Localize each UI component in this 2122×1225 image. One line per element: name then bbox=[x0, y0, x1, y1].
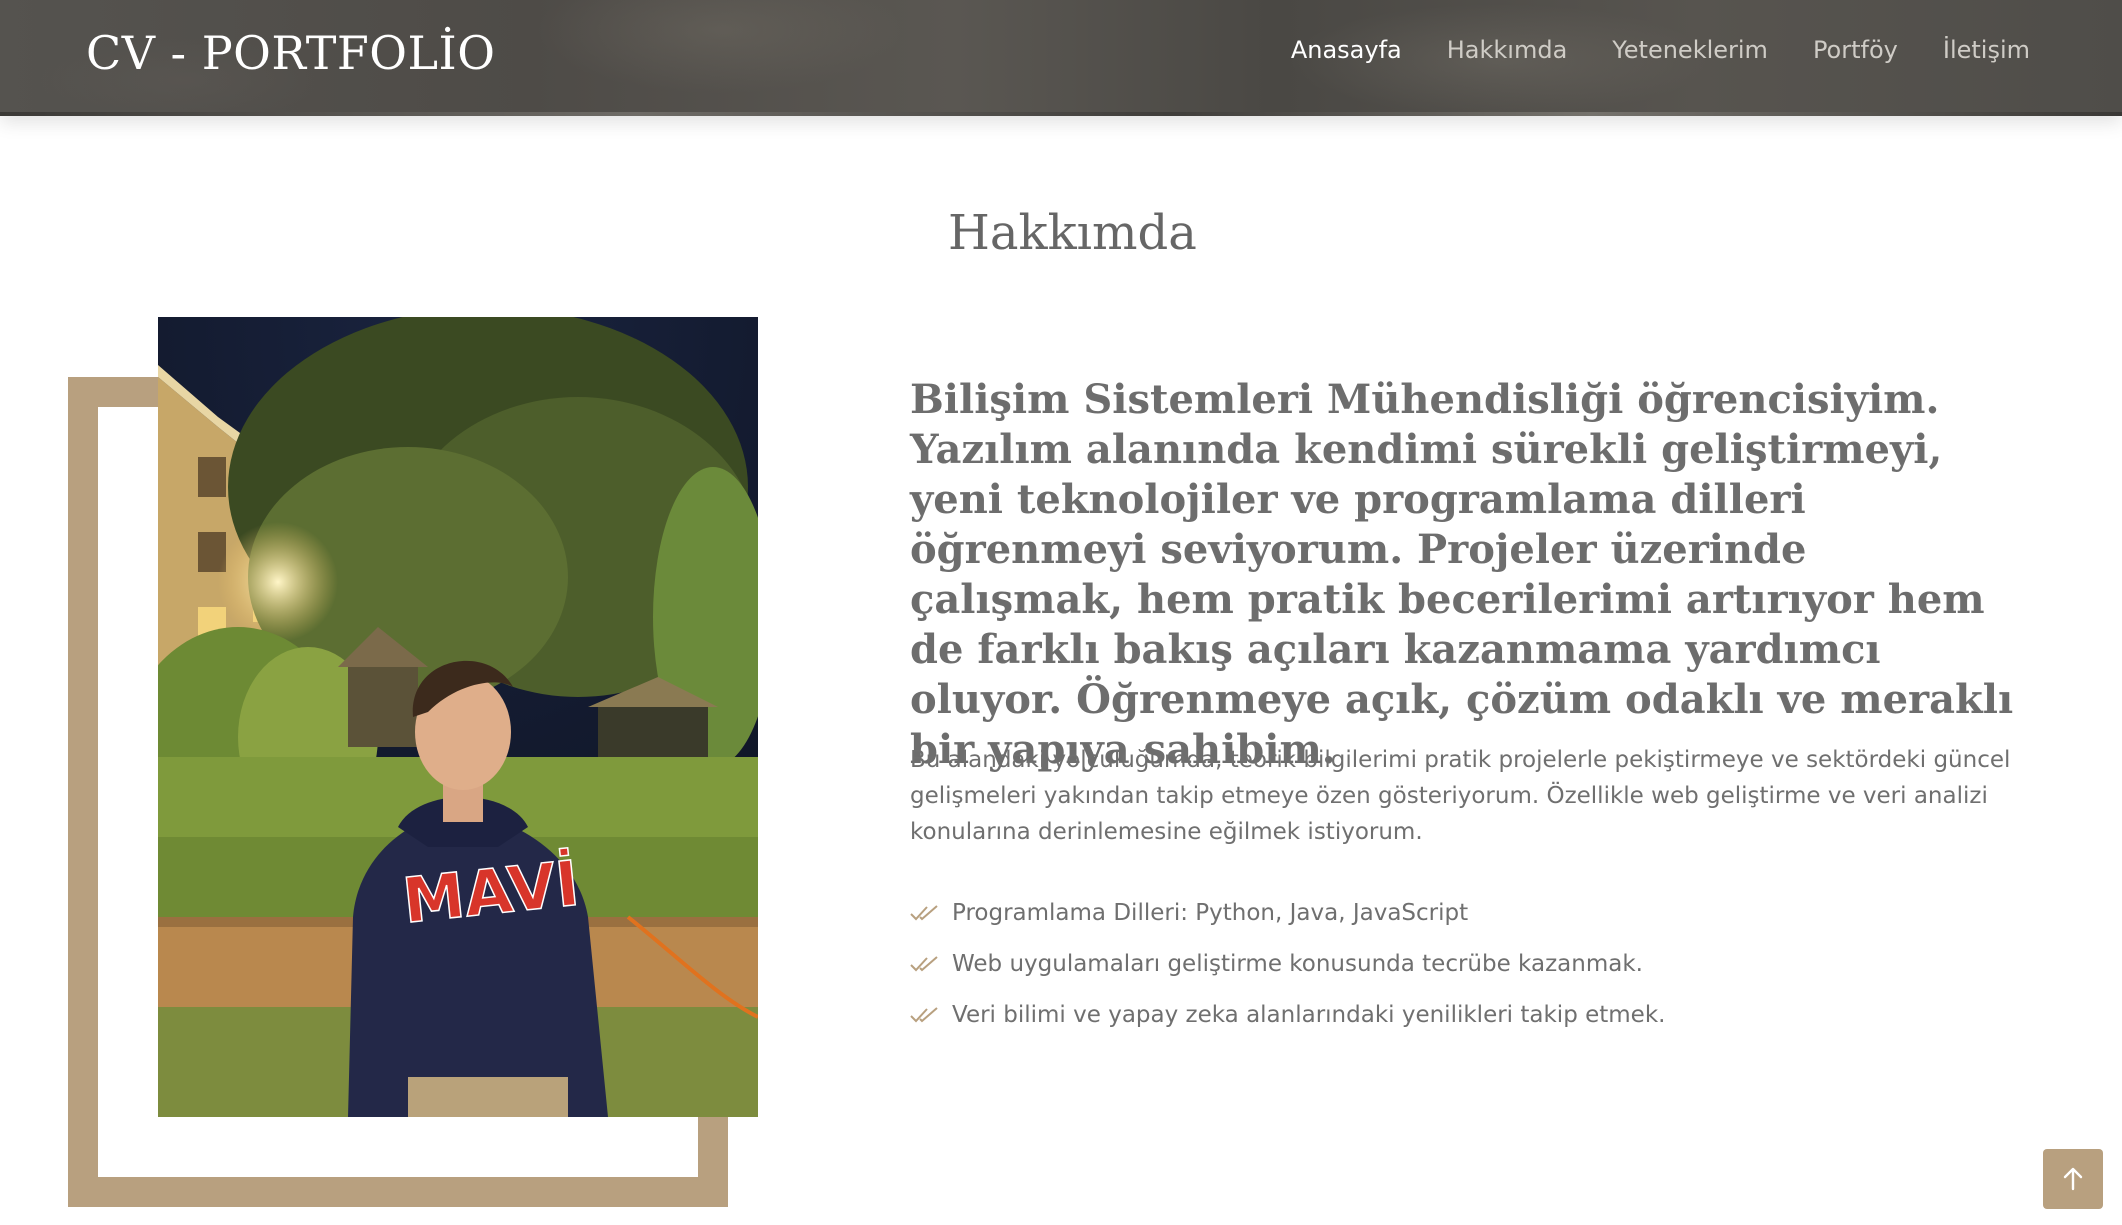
profile-photo: MAVİ bbox=[158, 317, 758, 1117]
list-item: Veri bilimi ve yapay zeka alanlarındaki … bbox=[910, 989, 2010, 1040]
section-title: Hakkımda bbox=[948, 205, 1197, 261]
main-nav: Anasayfa Hakkımda Yeteneklerim Portföy İ… bbox=[1291, 36, 2030, 64]
list-item-text: Veri bilimi ve yapay zeka alanlarındaki … bbox=[952, 1001, 1666, 1028]
skills-list: Programlama Dilleri: Python, Java, JavaS… bbox=[910, 887, 2010, 1040]
list-item: Web uygulamaları geliştirme konusunda te… bbox=[910, 938, 2010, 989]
back-to-top-button[interactable] bbox=[2043, 1149, 2103, 1209]
arrow-up-icon bbox=[2063, 1167, 2083, 1191]
list-item-text: Web uygulamaları geliştirme konusunda te… bbox=[952, 950, 1643, 977]
nav-link-iletisim[interactable]: İletişim bbox=[1943, 36, 2030, 64]
about-description: Bu alandaki yolculuğumda, teorik bilgile… bbox=[910, 747, 2011, 845]
nav-link-portfoy[interactable]: Portföy bbox=[1813, 36, 1898, 64]
nav-link-hakkimda[interactable]: Hakkımda bbox=[1447, 36, 1568, 64]
profile-photo-image: MAVİ bbox=[158, 317, 758, 1117]
double-check-icon bbox=[910, 904, 938, 920]
site-logo[interactable]: CV - PORTFOLİO bbox=[86, 26, 495, 80]
double-check-icon bbox=[910, 1006, 938, 1022]
site-header: CV - PORTFOLİO Anasayfa Hakkımda Yetenek… bbox=[0, 0, 2122, 116]
nav-link-yeteneklerim[interactable]: Yeteneklerim bbox=[1612, 36, 1768, 64]
list-item: Programlama Dilleri: Python, Java, JavaS… bbox=[910, 887, 2010, 938]
double-check-icon bbox=[910, 955, 938, 971]
about-lead-text: Bilişim Sistemleri Mühendisliği öğrencis… bbox=[910, 376, 2014, 773]
list-item-text: Programlama Dilleri: Python, Java, JavaS… bbox=[952, 899, 1469, 926]
nav-link-anasayfa[interactable]: Anasayfa bbox=[1291, 36, 1402, 64]
